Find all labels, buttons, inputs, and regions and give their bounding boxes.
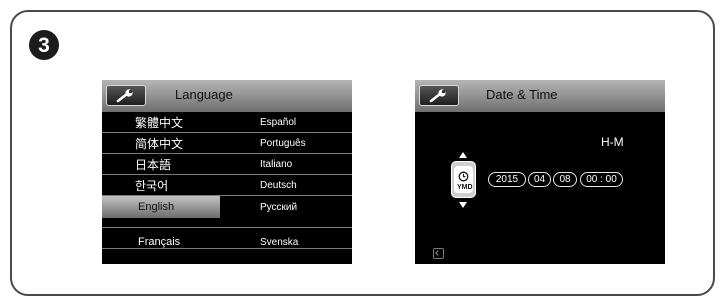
datetime-screen: Date & Time H-M YMD 2015 04 08 00 : 00 [415, 80, 665, 264]
date-format-text: YMD [457, 184, 473, 191]
language-option[interactable]: 日本語 [102, 154, 220, 174]
language-option[interactable]: Español [260, 112, 296, 132]
arrow-up-icon[interactable] [459, 152, 467, 158]
back-icon[interactable] [433, 248, 444, 259]
language-row: 한국어 Deutsch [102, 175, 352, 196]
language-option[interactable]: 繁體中文 [102, 112, 220, 132]
language-title-bar: Language [102, 80, 352, 112]
language-option-selected[interactable]: English [102, 196, 220, 218]
language-option[interactable]: Deutsch [260, 175, 297, 195]
language-option[interactable]: Русский [260, 196, 297, 218]
year-field[interactable]: 2015 [488, 172, 526, 187]
clock-icon [458, 171, 469, 182]
language-title: Language [175, 87, 233, 102]
language-option[interactable]: Italiano [260, 154, 292, 174]
wrench-icon[interactable] [419, 85, 459, 106]
language-row: English Русский [102, 196, 352, 228]
datetime-title-bar: Date & Time [415, 80, 665, 112]
language-screen: Language 繁體中文 Español 简体中文 Português 日本語… [102, 80, 352, 264]
language-row: 简体中文 Português [102, 133, 352, 154]
day-field[interactable]: 08 [553, 172, 577, 187]
language-row: 繁體中文 Español [102, 112, 352, 133]
date-format-icon-face: YMD [454, 166, 473, 193]
step-number-badge: 3 [29, 30, 59, 60]
language-option[interactable]: Svenska [260, 232, 298, 252]
time-format-label: H-M [601, 135, 624, 149]
month-field[interactable]: 04 [528, 172, 551, 187]
language-option[interactable]: 한국어 [102, 175, 220, 195]
language-row: Français Svenska [102, 228, 352, 249]
date-format-icon[interactable]: YMD [451, 161, 476, 198]
language-option[interactable]: Português [260, 133, 306, 153]
datetime-title: Date & Time [486, 87, 558, 102]
language-option[interactable]: 简体中文 [102, 133, 220, 153]
wrench-icon[interactable] [106, 85, 146, 106]
language-option[interactable]: Français [102, 232, 220, 252]
arrow-down-icon[interactable] [459, 202, 467, 208]
language-row: 日本語 Italiano [102, 154, 352, 175]
time-field[interactable]: 00 : 00 [580, 172, 623, 187]
